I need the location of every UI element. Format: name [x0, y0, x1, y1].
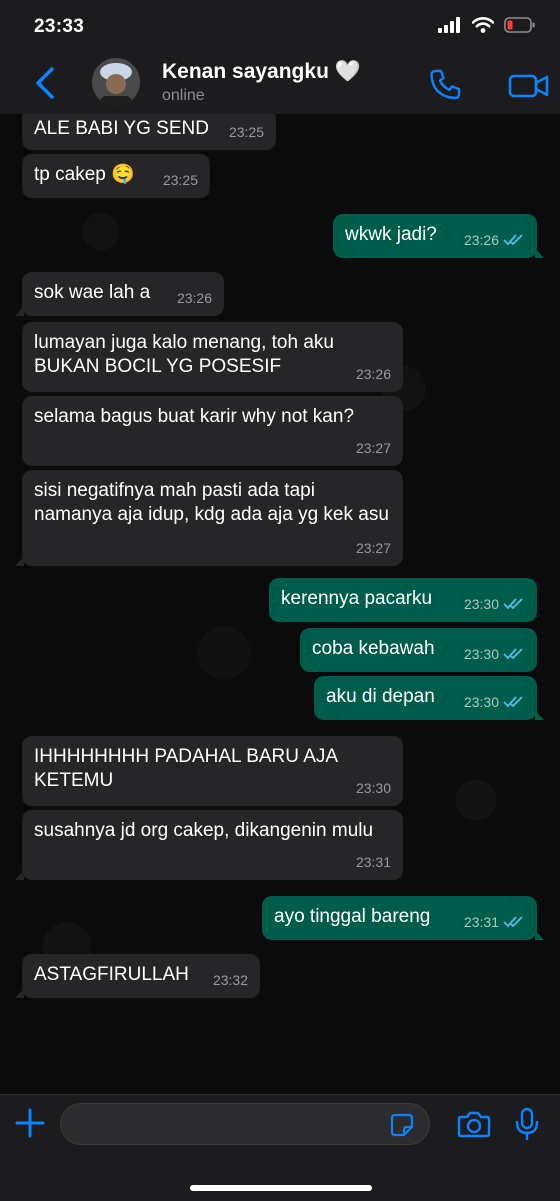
message-outgoing[interactable]: wkwk jadi? 23:26	[333, 214, 544, 258]
message-incoming[interactable]: susahnya jd org cakep, dikangenin mulu 23…	[15, 810, 403, 880]
contact-status: online	[162, 87, 205, 104]
status-time: 23:33	[34, 16, 85, 37]
message-text: selama bagus buat karir why not kan?	[34, 406, 355, 427]
message-time: 23:26	[176, 290, 212, 306]
message-incoming[interactable]: ASTAGFIRULLAH 23:32	[15, 954, 260, 998]
bubble-tail	[535, 710, 544, 720]
message-time: 23:30	[464, 642, 525, 666]
chat-header: Kenan sayangku 🤍 online	[0, 52, 560, 115]
video-camera-icon[interactable]	[508, 72, 550, 100]
sticker-icon[interactable]	[390, 1113, 414, 1137]
double-check-icon	[503, 696, 523, 708]
message-time: 23:25	[228, 124, 264, 140]
double-check-icon	[503, 598, 523, 610]
bubble-tail	[535, 930, 544, 940]
message-time: 23:26	[464, 228, 525, 252]
back-chevron-icon[interactable]	[32, 66, 60, 100]
contact-name[interactable]: Kenan sayangku 🤍	[162, 60, 361, 84]
battery-icon	[504, 17, 535, 33]
signal-icon	[438, 17, 460, 33]
message-time: 23:30	[464, 690, 525, 714]
message-time: 23:30	[464, 592, 525, 616]
status-bar: 23:33	[0, 0, 560, 52]
message-text: sisi negatifnya mah pasti ada tapi naman…	[34, 480, 389, 525]
message-time: 23:27	[355, 440, 391, 456]
message-time: 23:25	[162, 172, 198, 188]
message-incoming[interactable]: sok wae lah a 23:26	[15, 272, 224, 316]
camera-icon[interactable]	[457, 1110, 491, 1138]
bubble-tail	[15, 556, 24, 566]
message-incoming[interactable]: sisi negatifnya mah pasti ada tapi naman…	[15, 470, 403, 566]
message-time: 23:30	[355, 780, 391, 796]
message-text: IHHHHHHHH PADAHAL BARU AJA KETEMU	[34, 746, 338, 791]
message-outgoing[interactable]: coba kebawah 23:30	[300, 628, 537, 672]
message-incoming[interactable]: selama bagus buat karir why not kan? 23:2…	[22, 396, 403, 466]
plus-icon[interactable]	[14, 1107, 46, 1139]
message-time: 23:27	[355, 540, 391, 556]
chat-area[interactable]: ALE BABI YG SEND 23:25 tp cakep 🤤 23:25 wk…	[0, 114, 560, 1094]
bubble-tail	[535, 248, 544, 258]
message-incoming[interactable]: IHHHHHHHH PADAHAL BARU AJA KETEMU 23:30	[22, 736, 403, 806]
bubble-tail	[15, 870, 24, 880]
message-time: 23:26	[355, 366, 391, 382]
phone-icon[interactable]	[428, 68, 462, 102]
status-icons	[438, 17, 536, 33]
bubble-tail	[15, 988, 24, 998]
double-check-icon	[503, 916, 523, 928]
avatar-image	[92, 58, 140, 106]
message-composer	[0, 1094, 560, 1201]
double-check-icon	[503, 234, 523, 246]
message-time: 23:32	[212, 972, 248, 988]
message-text: susahnya jd org cakep, dikangenin mulu	[34, 820, 374, 841]
wifi-icon	[472, 17, 494, 33]
message-outgoing[interactable]: kerennya pacarku 23:30	[269, 578, 537, 622]
message-incoming[interactable]: ALE BABI YG SEND 23:25	[22, 114, 276, 150]
message-incoming[interactable]: tp cakep 🤤 23:25	[22, 154, 210, 198]
message-incoming[interactable]: lumayan juga kalo menang, toh aku BUKAN …	[22, 322, 403, 392]
bubble-tail	[15, 306, 24, 316]
home-indicator	[190, 1185, 372, 1191]
microphone-icon[interactable]	[514, 1107, 540, 1141]
message-outgoing[interactable]: aku di depan 23:30	[314, 676, 544, 720]
message-outgoing[interactable]: ayo tinggal bareng 23:31	[262, 896, 544, 940]
message-time: 23:31	[464, 910, 525, 934]
message-text: lumayan juga kalo menang, toh aku BUKAN …	[34, 332, 334, 377]
double-check-icon	[503, 648, 523, 660]
message-input[interactable]	[60, 1103, 430, 1145]
avatar[interactable]	[92, 58, 140, 106]
message-time: 23:31	[355, 854, 391, 870]
